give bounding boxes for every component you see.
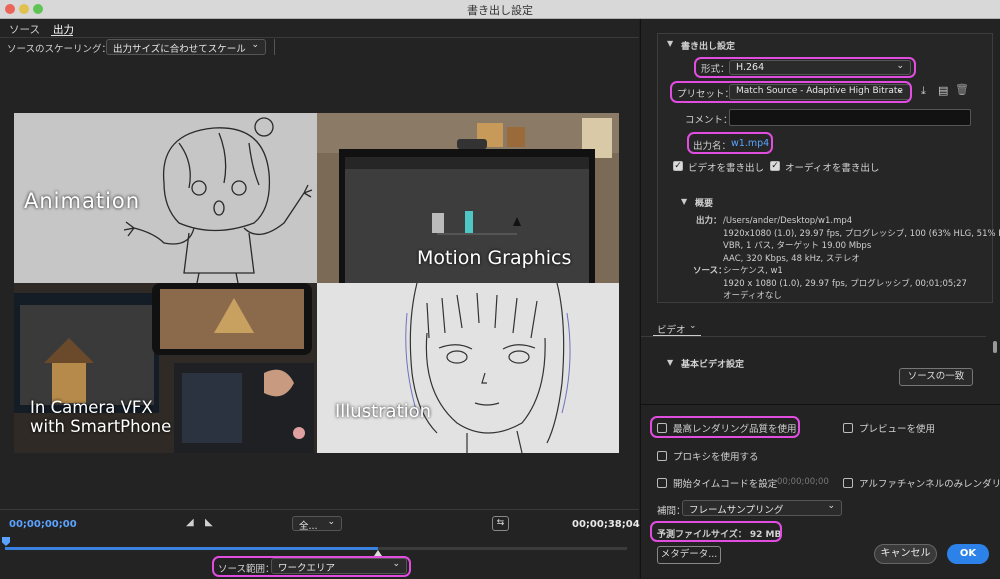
caption-vfx-line1: In Camera VFX [30,398,153,417]
summary-output-lines: /Users/ander/Desktop/w1.mp4 1920x1080 (1… [723,215,1000,265]
window-title: 書き出し設定 [467,4,533,17]
chevron-down-icon: ⌄ [251,40,259,50]
summary-source-line: シーケンス, w1 [723,266,783,276]
video-preview: Animation Motion Graphics In Camera VFX … [14,113,619,453]
save-preset-icon[interactable]: ⤓ [921,84,926,98]
aspect-toggle-icon[interactable]: ⇆ [492,516,509,531]
export-settings-header: 書き出し設定 [681,42,736,52]
summary-output-line: /Users/ander/Desktop/w1.mp4 [723,216,853,226]
tile-motion-graphics: Motion Graphics [317,113,619,283]
summary-output-line: VBR, 1 パス, ターゲット 19.00 Mbps [723,241,872,251]
basic-video-collapse-icon[interactable]: ▼ [667,358,673,367]
use-proxies-checkbox[interactable] [657,451,667,461]
ok-button[interactable]: OK [947,544,989,564]
scaling-label: ソースのスケーリング： [7,44,112,55]
summary-header: 概要 [695,199,714,209]
chevron-down-icon: ⌄ [827,501,835,511]
timeline-workarea-bar[interactable] [5,547,378,550]
tab-divider [641,336,986,337]
timecode-start[interactable]: 00;00;00;00 [9,519,77,530]
settings-panel: ▼ 書き出し設定 形式： H.264 ⌄ プリセット： Match Source… [640,19,1000,578]
export-audio-label: オーディオを書き出し [785,163,880,174]
highlight-max-render-quality [650,416,800,438]
summary-source-line: オーディオなし [723,291,782,301]
alpha-only-label: アルファチャンネルのみレンダリング [859,479,1000,490]
window-titlebar: 書き出し設定 [0,0,1000,19]
zoom-dropdown[interactable]: 全... ⌄ [292,516,342,532]
use-previews-label: プレビューを使用 [859,424,936,435]
highlight-preset [670,81,912,103]
caption-animation: Animation [24,189,141,213]
highlight-output-name [687,132,773,154]
scaling-dropdown[interactable]: 出力サイズに合わせてスケール ⌄ [106,39,266,55]
chevron-down-icon[interactable]: ⌄ [689,321,697,331]
import-preset-icon[interactable]: ▤ [938,84,948,97]
interpolation-dropdown[interactable]: フレームサンプリング ⌄ [682,500,842,516]
timecode-end: 00;00;38;04 [572,519,640,530]
preview-panel: ソース 出力 ソースのスケーリング： 出力サイズに合わせてスケール ⌄ Anim… [0,19,640,579]
anime-face-lineart [317,283,619,453]
tile-illustration: Illustration [317,283,619,453]
match-source-button[interactable]: ソースの一致 [899,368,973,386]
basic-video-header: 基本ビデオ設定 [681,360,745,370]
tab-video[interactable]: ビデオ [657,322,686,336]
start-timecode-label: 開始タイムコードを設定 [673,479,778,490]
start-timecode-value[interactable]: 00;00;00;00 [777,477,829,487]
comment-label: コメント： [685,115,733,126]
section-divider [641,404,1000,405]
comment-field[interactable] [729,109,971,126]
highlight-format [694,57,916,78]
caption-vfx-line2: with SmartPhone [30,417,172,436]
summary-output-line: AAC, 320 Kbps, 48 kHz, ステレオ [723,253,860,264]
scaling-value: 出力サイズに合わせてスケール [113,44,246,55]
tile-in-camera-vfx: In Camera VFX with SmartPhone [14,283,317,453]
interpolation-value: フレームサンプリング [689,505,784,516]
summary-source-label: ソース： [693,266,727,276]
summary-source-lines: シーケンス, w1 1920 x 1080 (1.0), 29.97 fps, … [723,265,967,303]
cancel-button[interactable]: キャンセル [874,544,937,564]
mark-out-icon[interactable]: ◣ [205,517,213,528]
summary-collapse-icon[interactable]: ▼ [681,197,687,206]
mark-in-icon[interactable]: ◢ [186,517,194,528]
use-proxies-label: プロキシを使用する [673,452,759,463]
summary-source-line: 1920 x 1080 (1.0), 29.97 fps, プログレッシブ, 0… [723,278,967,289]
highlight-source-range [212,556,411,577]
zoom-value: 全... [299,521,318,532]
export-video-checkbox[interactable]: ✓ [673,161,683,171]
summary-output-label: 出力： [696,216,722,226]
start-timecode-checkbox[interactable] [657,478,667,488]
collapse-chevron-icon[interactable]: ▼ [667,39,673,48]
delete-preset-icon[interactable]: 🗑 [955,83,969,96]
export-audio-checkbox[interactable]: ✓ [770,161,780,171]
alpha-only-checkbox[interactable] [843,478,853,488]
use-previews-checkbox[interactable] [843,423,853,433]
metadata-button[interactable]: メタデータ... [657,546,721,564]
active-tab-underline [51,35,73,36]
caption-illustration: Illustration [335,401,432,422]
export-video-label: ビデオを書き出し [688,163,765,174]
tab-source[interactable]: ソース [9,22,40,37]
chevron-down-icon: ⌄ [327,517,335,527]
tile-animation: Animation [14,113,317,283]
scrollbar-thumb[interactable] [993,341,997,353]
summary-output-line: 1920x1080 (1.0), 29.97 fps, プログレッシブ, 100… [723,228,1000,239]
tab-divider [0,37,639,38]
highlight-file-size [650,521,782,542]
caption-motion-graphics: Motion Graphics [417,247,572,269]
toolbar-divider [274,39,275,55]
